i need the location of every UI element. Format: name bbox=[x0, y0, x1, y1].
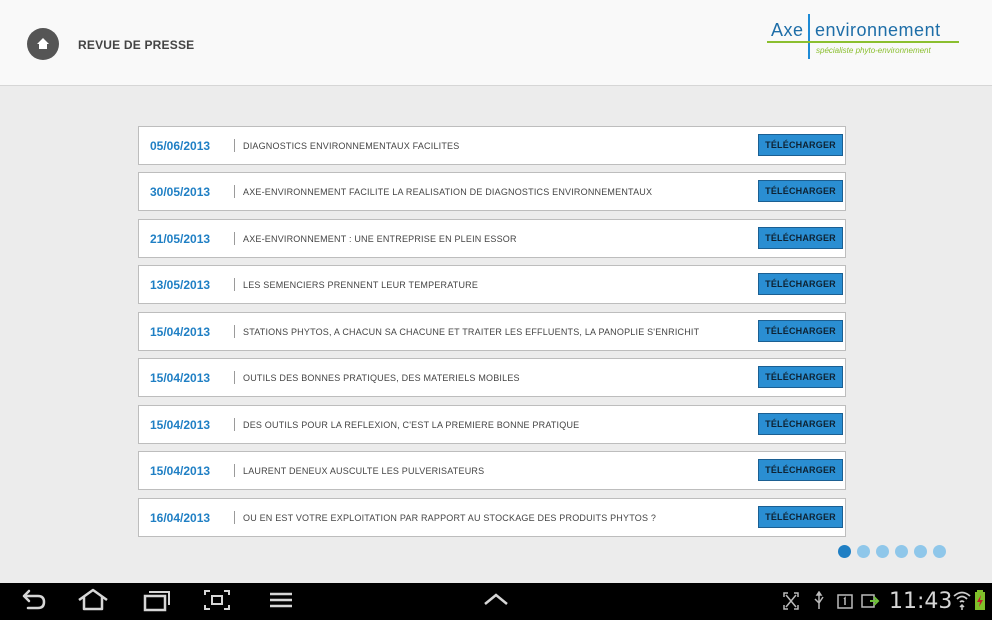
list-item: 15/04/2013 OUTILS DES BONNES PRATIQUES, … bbox=[138, 358, 846, 397]
list-item: 15/04/2013 STATIONS PHYTOS, A CHACUN SA … bbox=[138, 312, 846, 351]
item-separator bbox=[234, 371, 235, 384]
notification-icon bbox=[837, 594, 853, 609]
download-button[interactable]: TÉLÉCHARGER bbox=[758, 134, 843, 156]
app-header: REVUE DE PRESSE Axe environnement spécia… bbox=[0, 0, 992, 86]
menu-button[interactable] bbox=[264, 587, 298, 615]
recent-apps-icon bbox=[143, 590, 170, 611]
logo-horizontal-bar bbox=[767, 41, 959, 43]
recent-apps-button[interactable] bbox=[140, 587, 174, 615]
download-button[interactable]: TÉLÉCHARGER bbox=[758, 459, 843, 481]
download-button[interactable]: TÉLÉCHARGER bbox=[758, 366, 843, 388]
sync-icon bbox=[861, 594, 880, 608]
item-date: 15/04/2013 bbox=[150, 325, 211, 339]
battery-icon bbox=[975, 590, 985, 610]
system-navigation-bar: 11:43 bbox=[0, 583, 992, 620]
menu-icon bbox=[270, 592, 292, 607]
item-title: DIAGNOSTICS ENVIRONNEMENTAUX FACILITES bbox=[243, 141, 460, 151]
item-title: OUTILS DES BONNES PRATIQUES, DES MATERIE… bbox=[243, 373, 520, 383]
screenshot-button[interactable] bbox=[200, 587, 234, 615]
item-separator bbox=[234, 278, 235, 291]
item-separator bbox=[234, 185, 235, 198]
home-icon bbox=[37, 38, 49, 49]
item-date: 21/05/2013 bbox=[150, 232, 211, 246]
screenshot-icon bbox=[204, 589, 230, 610]
item-title: DES OUTILS POUR LA REFLEXION, C'EST LA P… bbox=[243, 420, 580, 430]
back-icon bbox=[22, 589, 46, 609]
item-date: 16/04/2013 bbox=[150, 511, 211, 525]
list-item: 16/04/2013 OU EN EST VOTRE EXPLOITATION … bbox=[138, 498, 846, 537]
item-title: AXE-ENVIRONNEMENT FACILITE LA REALISATIO… bbox=[243, 187, 653, 197]
download-button[interactable]: TÉLÉCHARGER bbox=[758, 273, 843, 295]
item-separator bbox=[234, 511, 235, 524]
page-dot-2[interactable] bbox=[857, 545, 870, 558]
page-dot-3[interactable] bbox=[876, 545, 889, 558]
usb-icon bbox=[814, 591, 824, 609]
download-button[interactable]: TÉLÉCHARGER bbox=[758, 180, 843, 202]
download-button[interactable]: TÉLÉCHARGER bbox=[758, 227, 843, 249]
home-button[interactable] bbox=[27, 28, 59, 60]
page-dot-4[interactable] bbox=[895, 545, 908, 558]
list-item: 05/06/2013 DIAGNOSTICS ENVIRONNEMENTAUX … bbox=[138, 126, 846, 165]
android-home-button[interactable] bbox=[76, 587, 110, 615]
expand-up-button[interactable] bbox=[479, 587, 513, 615]
list-item: 21/05/2013 AXE-ENVIRONNEMENT : UNE ENTRE… bbox=[138, 219, 846, 258]
list-item: 13/05/2013 LES SEMENCIERS PRENNENT LEUR … bbox=[138, 265, 846, 304]
logo-environnement: environnement bbox=[815, 20, 941, 40]
logo-axe: Axe bbox=[771, 20, 804, 40]
item-date: 15/04/2013 bbox=[150, 418, 211, 432]
item-separator bbox=[234, 418, 235, 431]
item-separator bbox=[234, 232, 235, 245]
logo-vertical-bar bbox=[808, 14, 810, 59]
page-dot-5[interactable] bbox=[914, 545, 927, 558]
page-dot-1[interactable] bbox=[838, 545, 851, 558]
item-date: 05/06/2013 bbox=[150, 139, 211, 153]
expand-up-icon bbox=[484, 592, 508, 605]
list-item: 15/04/2013 DES OUTILS POUR LA REFLEXION,… bbox=[138, 405, 846, 444]
wifi-icon bbox=[953, 591, 971, 610]
status-clock: 11:43 bbox=[889, 589, 953, 614]
item-title: AXE-ENVIRONNEMENT : UNE ENTREPRISE EN PL… bbox=[243, 234, 517, 244]
brand-logo: Axe environnement spécialiste phyto-envi… bbox=[767, 14, 962, 62]
download-button[interactable]: TÉLÉCHARGER bbox=[758, 413, 843, 435]
item-separator bbox=[234, 464, 235, 477]
download-button[interactable]: TÉLÉCHARGER bbox=[758, 320, 843, 342]
page-dot-6[interactable] bbox=[933, 545, 946, 558]
fullscreen-icon bbox=[783, 592, 799, 610]
back-button[interactable] bbox=[16, 587, 50, 615]
home-nav-icon bbox=[78, 588, 108, 610]
item-separator bbox=[234, 325, 235, 338]
item-separator bbox=[234, 139, 235, 152]
list-item: 30/05/2013 AXE-ENVIRONNEMENT FACILITE LA… bbox=[138, 172, 846, 211]
item-title: LES SEMENCIERS PRENNENT LEUR TEMPERATURE bbox=[243, 280, 479, 290]
page-title: REVUE DE PRESSE bbox=[78, 38, 195, 52]
item-title: STATIONS PHYTOS, A CHACUN SA CHACUNE ET … bbox=[243, 327, 700, 337]
item-date: 13/05/2013 bbox=[150, 278, 211, 292]
item-date: 30/05/2013 bbox=[150, 185, 211, 199]
logo-tagline: spécialiste phyto-environnement bbox=[816, 46, 931, 55]
item-date: 15/04/2013 bbox=[150, 371, 211, 385]
item-title: OU EN EST VOTRE EXPLOITATION PAR RAPPORT… bbox=[243, 513, 657, 523]
item-title: LAURENT DENEUX AUSCULTE LES PULVERISATEU… bbox=[243, 466, 485, 476]
item-date: 15/04/2013 bbox=[150, 464, 211, 478]
list-item: 15/04/2013 LAURENT DENEUX AUSCULTE LES P… bbox=[138, 451, 846, 490]
download-button[interactable]: TÉLÉCHARGER bbox=[758, 506, 843, 528]
